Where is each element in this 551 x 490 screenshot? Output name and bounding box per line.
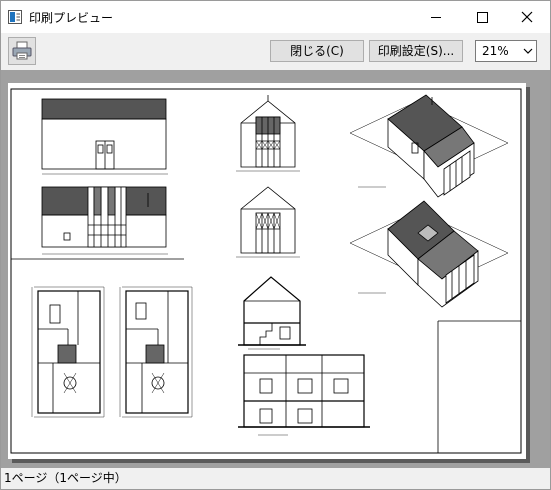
chevron-down-icon (523, 48, 533, 54)
print-preview-icon (8, 10, 22, 24)
close-window-button[interactable] (504, 1, 550, 33)
print-button[interactable] (8, 37, 36, 65)
preview-page (8, 83, 526, 459)
minimize-button[interactable] (413, 1, 459, 33)
minimize-icon (431, 17, 441, 18)
close-button[interactable]: 閉じる(C) (270, 40, 364, 62)
close-icon (521, 11, 533, 23)
page-status: 1ページ（1ページ中） (4, 471, 127, 485)
title-bar[interactable]: 印刷プレビュー (1, 1, 550, 33)
status-bar: 1ページ（1ページ中） (1, 468, 550, 489)
architectural-drawing-sheet (10, 88, 522, 454)
zoom-select[interactable]: 21% (475, 40, 537, 62)
window-title: 印刷プレビュー (29, 11, 114, 25)
print-preview-window: 印刷プレビュー 閉じる(C) 印刷設定(S)... 21% 1ページ（1ページ中… (0, 0, 551, 490)
zoom-value: 21% (482, 44, 509, 58)
print-setup-button[interactable]: 印刷設定(S)... (369, 40, 463, 62)
maximize-icon (477, 12, 488, 23)
toolbar: 閉じる(C) 印刷設定(S)... 21% (1, 33, 550, 69)
printer-icon (12, 41, 32, 60)
maximize-button[interactable] (459, 1, 505, 33)
